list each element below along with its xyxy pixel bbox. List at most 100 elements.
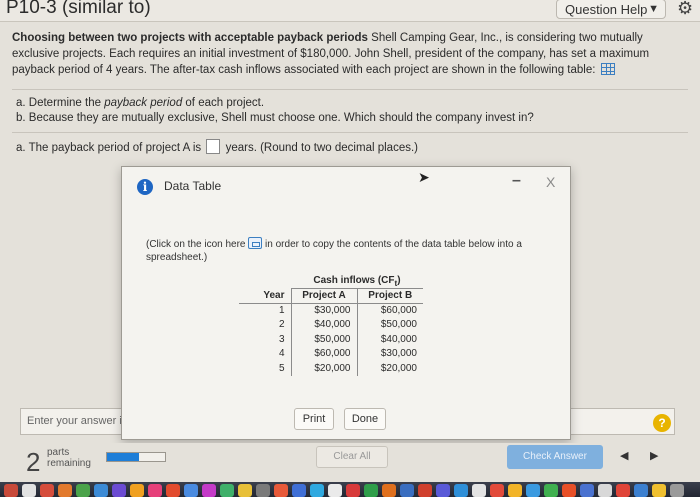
data-table-modal: i Data Table ➤ – X (Click on the icon he… bbox=[121, 166, 571, 440]
year-cell: 3 bbox=[278, 333, 285, 345]
answer-prompt-prefix: a. The payback period of project A is bbox=[16, 142, 202, 154]
os-dock bbox=[0, 482, 700, 497]
dock-app-icon[interactable] bbox=[256, 484, 270, 497]
page-title: P10-3 (similar to) bbox=[6, 0, 151, 18]
question-parts: a. Determine the payback period of each … bbox=[16, 96, 534, 126]
next-arrow-icon[interactable]: ▶ bbox=[650, 449, 658, 462]
dock-app-icon[interactable] bbox=[148, 484, 162, 497]
divider bbox=[12, 132, 688, 133]
dock-app-icon[interactable] bbox=[184, 484, 198, 497]
header-bar: P10-3 (similar to) Question Help ▼ ⚙ bbox=[0, 0, 700, 22]
project-b-cell: $40,000 bbox=[356, 332, 423, 347]
dock-app-icon[interactable] bbox=[598, 484, 612, 497]
cash-inflows-close: ) bbox=[397, 274, 401, 286]
table-grid-icon[interactable] bbox=[600, 63, 615, 75]
column-header-project-b: Project B bbox=[356, 288, 423, 304]
part-a: a. Determine the payback period of each … bbox=[16, 96, 534, 111]
dock-app-icon[interactable] bbox=[274, 484, 288, 497]
part-a-emphasis: payback period bbox=[104, 97, 183, 109]
mouse-cursor-icon: ➤ bbox=[418, 169, 430, 185]
parts-remaining-label: parts remaining bbox=[47, 447, 91, 469]
dock-app-icon[interactable] bbox=[202, 484, 216, 497]
cash-inflows-header: Cash inflows (CFt) bbox=[291, 274, 423, 289]
dock-app-icon[interactable] bbox=[472, 484, 486, 497]
table-row: 2 $40,000 $50,000 bbox=[239, 317, 423, 332]
close-button[interactable]: X bbox=[546, 174, 555, 190]
table-row: 5 $20,000 $20,000 bbox=[239, 361, 423, 376]
copy-hint-prefix: (Click on the icon here bbox=[146, 239, 246, 250]
help-icon[interactable]: ? bbox=[653, 414, 671, 432]
dock-app-icon[interactable] bbox=[364, 484, 378, 497]
project-b-cell: $60,000 bbox=[356, 303, 423, 318]
dock-app-icon[interactable] bbox=[220, 484, 234, 497]
minimize-button[interactable]: – bbox=[512, 172, 521, 190]
dock-app-icon[interactable] bbox=[562, 484, 576, 497]
dock-app-icon[interactable] bbox=[490, 484, 504, 497]
dock-app-icon[interactable] bbox=[76, 484, 90, 497]
dock-app-icon[interactable] bbox=[508, 484, 522, 497]
dock-app-icon[interactable] bbox=[400, 484, 414, 497]
footer-bar: 2 parts remaining Clear All Check Answer… bbox=[0, 443, 700, 479]
dock-app-icon[interactable] bbox=[616, 484, 630, 497]
project-a-cell: $60,000 bbox=[290, 346, 357, 361]
dock-app-icon[interactable] bbox=[4, 484, 18, 497]
dock-app-icon[interactable] bbox=[670, 484, 684, 497]
problem-statement: Choosing between two projects with accep… bbox=[12, 30, 688, 78]
problem-area: Choosing between two projects with accep… bbox=[12, 30, 692, 78]
table-row: 4 $60,000 $30,000 bbox=[239, 346, 423, 361]
page: P10-3 (similar to) Question Help ▼ ⚙ Cho… bbox=[0, 0, 700, 497]
dock-app-icon[interactable] bbox=[40, 484, 54, 497]
parts-remaining-count: 2 bbox=[26, 447, 41, 477]
dock-app-icon[interactable] bbox=[238, 484, 252, 497]
check-answer-button[interactable]: Check Answer bbox=[507, 445, 603, 469]
table-header-row: Year Project A Project B bbox=[239, 288, 423, 304]
caret-down-icon: ▼ bbox=[648, 3, 659, 15]
empty-corner bbox=[239, 274, 291, 289]
dock-app-icon[interactable] bbox=[328, 484, 342, 497]
cash-inflows-table: Cash inflows (CFt) Year Project A Projec… bbox=[239, 274, 423, 376]
dock-app-icon[interactable] bbox=[418, 484, 432, 497]
dock-app-icon[interactable] bbox=[112, 484, 126, 497]
parts-label-line2: remaining bbox=[47, 458, 91, 469]
answer-prompt-suffix: years. (Round to two decimal places.) bbox=[225, 142, 418, 154]
problem-lead: Choosing between two projects with accep… bbox=[12, 32, 368, 44]
column-header-project-a: Project A bbox=[290, 288, 357, 304]
year-cell: 1 bbox=[278, 305, 285, 316]
dock-app-icon[interactable] bbox=[652, 484, 666, 497]
info-icon: i bbox=[137, 179, 153, 195]
project-b-cell: $30,000 bbox=[356, 346, 423, 361]
dock-app-icon[interactable] bbox=[526, 484, 540, 497]
project-b-cell: $50,000 bbox=[356, 317, 423, 332]
dock-app-icon[interactable] bbox=[634, 484, 648, 497]
dock-app-icon[interactable] bbox=[166, 484, 180, 497]
enter-answer-field[interactable]: Enter your answer i bbox=[20, 408, 124, 435]
clear-all-button[interactable]: Clear All bbox=[316, 446, 388, 468]
copy-hint: (Click on the icon here in order to copy… bbox=[146, 237, 536, 264]
parts-label-line1: parts bbox=[47, 447, 70, 458]
dock-app-icon[interactable] bbox=[436, 484, 450, 497]
print-button[interactable]: Print bbox=[294, 408, 334, 430]
gear-icon[interactable]: ⚙ bbox=[677, 0, 693, 19]
dock-app-icon[interactable] bbox=[454, 484, 468, 497]
project-a-cell: $20,000 bbox=[290, 361, 357, 376]
part-b: b. Because they are mutually exclusive, … bbox=[16, 112, 534, 124]
project-a-cell: $30,000 bbox=[290, 303, 357, 318]
dock-app-icon[interactable] bbox=[22, 484, 36, 497]
part-a-tail: of each project. bbox=[182, 97, 265, 109]
dock-app-icon[interactable] bbox=[58, 484, 72, 497]
dock-app-icon[interactable] bbox=[292, 484, 306, 497]
payback-answer-input[interactable] bbox=[206, 139, 221, 154]
dock-app-icon[interactable] bbox=[94, 484, 108, 497]
dock-app-icon[interactable] bbox=[130, 484, 144, 497]
question-help-button[interactable]: Question Help ▼ bbox=[556, 0, 666, 19]
copy-to-spreadsheet-icon[interactable] bbox=[248, 237, 263, 249]
year-cell: 4 bbox=[278, 348, 285, 360]
dock-app-icon[interactable] bbox=[580, 484, 594, 497]
dock-app-icon[interactable] bbox=[346, 484, 360, 497]
column-header-year: Year bbox=[239, 288, 291, 304]
dock-app-icon[interactable] bbox=[382, 484, 396, 497]
done-button[interactable]: Done bbox=[344, 408, 386, 430]
previous-arrow-icon[interactable]: ◀ bbox=[620, 449, 628, 462]
dock-app-icon[interactable] bbox=[544, 484, 558, 497]
dock-app-icon[interactable] bbox=[310, 484, 324, 497]
